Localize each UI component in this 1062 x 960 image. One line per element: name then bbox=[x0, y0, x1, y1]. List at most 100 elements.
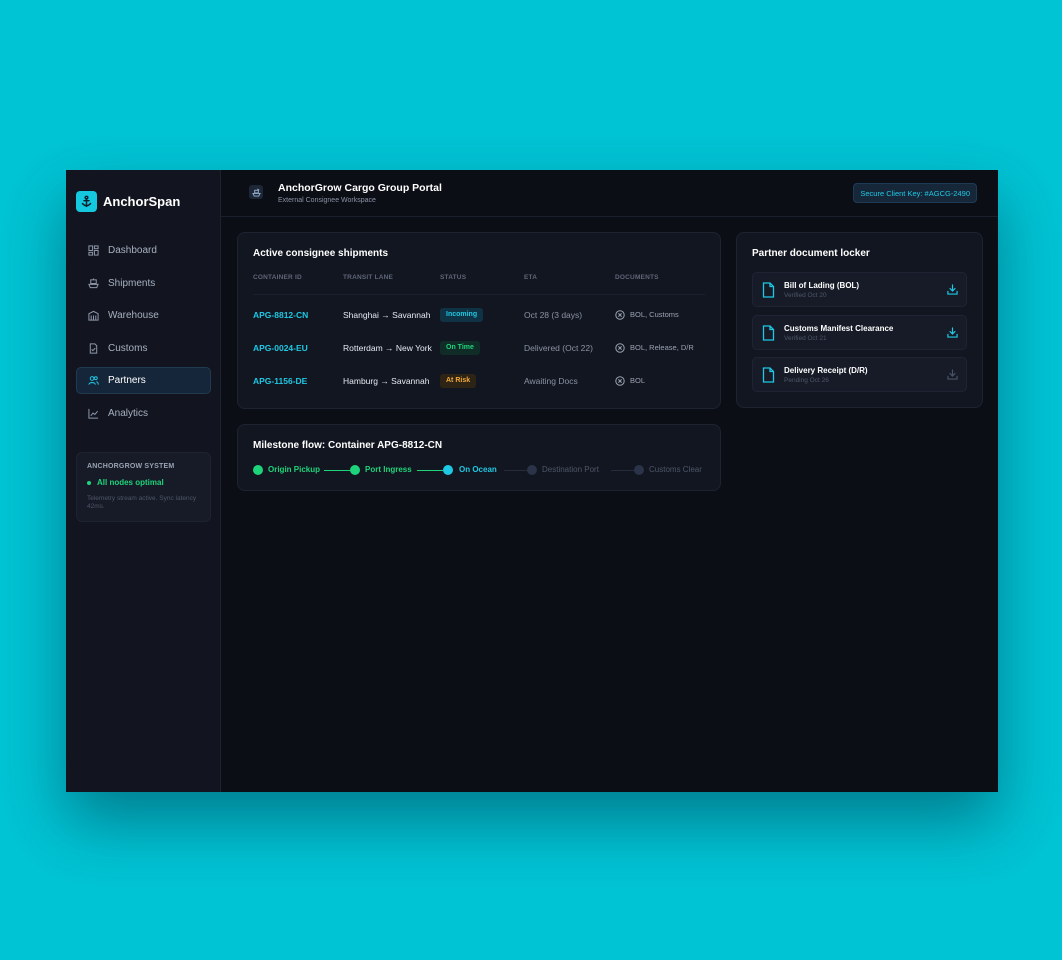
step-connector bbox=[417, 469, 443, 471]
shipments-card: Active consignee shipments CONTAINER ID … bbox=[237, 232, 721, 409]
eta: Delivered (Oct 22) bbox=[524, 343, 593, 353]
documents-list: BOL, Release, D/R bbox=[630, 343, 694, 352]
document-name: Delivery Receipt (D/R) bbox=[784, 366, 868, 375]
system-status-text: All nodes optimal bbox=[97, 478, 164, 487]
brand-name: AnchorSpan bbox=[103, 194, 181, 209]
sidebar-item-warehouse[interactable]: Warehouse bbox=[76, 302, 211, 329]
step-customs-clear[interactable]: Customs Clear bbox=[649, 463, 702, 477]
header-divider bbox=[253, 294, 705, 295]
column-header: STATUS bbox=[440, 274, 467, 281]
anchor-icon bbox=[76, 191, 97, 212]
step-dot-done-icon bbox=[350, 465, 360, 475]
system-status: All nodes optimal bbox=[87, 478, 200, 487]
document-name: Bill of Lading (BOL) bbox=[784, 281, 860, 290]
client-logo-icon bbox=[249, 185, 263, 199]
top-bar: AnchorGrow Cargo Group Portal External C… bbox=[221, 170, 998, 217]
documents-list: BOL, Customs bbox=[630, 310, 679, 319]
eta: Awaiting Docs bbox=[524, 376, 578, 386]
document-item[interactable]: Customs Manifest Clearance Verified Oct … bbox=[752, 315, 967, 350]
warehouse-icon bbox=[88, 310, 99, 321]
customs-doc-icon bbox=[89, 342, 98, 354]
download-icon[interactable] bbox=[947, 284, 958, 295]
system-status-card: ANCHORGROW SYSTEM All nodes optimal Tele… bbox=[76, 452, 211, 522]
ship-icon bbox=[88, 277, 99, 288]
status-dot-icon bbox=[87, 480, 91, 485]
sidebar: AnchorSpan Dashboard Shipments Warehouse… bbox=[66, 170, 221, 792]
file-icon bbox=[762, 282, 775, 298]
close-circle-icon[interactable] bbox=[615, 343, 625, 353]
step-connector bbox=[324, 469, 350, 471]
document-item[interactable]: Bill of Lading (BOL) Verified Oct 20 bbox=[752, 272, 967, 307]
partners-icon bbox=[88, 376, 99, 385]
page-title: AnchorGrow Cargo Group Portal bbox=[278, 182, 442, 194]
transit-lane: Hamburg → Savannah bbox=[343, 376, 430, 386]
sidebar-item-label: Shipments bbox=[108, 277, 156, 289]
shipments-title: Active consignee shipments bbox=[253, 248, 389, 259]
download-icon[interactable] bbox=[947, 369, 958, 380]
client-key-badge[interactable]: Secure Client Key: #AGCG-2490 bbox=[853, 183, 977, 203]
document-locker-card: Partner document locker Bill of Lading (… bbox=[736, 232, 983, 408]
container-id-link[interactable]: APG-1156-DE bbox=[253, 374, 307, 388]
documents-cell: BOL bbox=[615, 374, 645, 388]
documents-list: BOL bbox=[630, 376, 646, 385]
step-port-ingress[interactable]: Port Ingress bbox=[365, 463, 412, 477]
step-dot-pending-icon bbox=[634, 465, 644, 475]
brand[interactable]: AnchorSpan bbox=[76, 191, 180, 212]
step-dot-current-icon bbox=[443, 465, 453, 475]
status-badge: Incoming bbox=[440, 308, 484, 322]
sidebar-item-dashboard[interactable]: Dashboard bbox=[76, 237, 211, 264]
transit-lane: Shanghai → Savannah bbox=[343, 310, 431, 320]
step-origin-pickup[interactable]: Origin Pickup bbox=[268, 463, 320, 477]
sidebar-item-partners[interactable]: Partners bbox=[76, 367, 211, 394]
sidebar-item-analytics[interactable]: Analytics bbox=[76, 400, 211, 427]
sidebar-item-customs[interactable]: Customs bbox=[76, 335, 211, 362]
file-icon bbox=[762, 367, 775, 383]
locker-title: Partner document locker bbox=[752, 248, 870, 259]
step-dot-pending-icon bbox=[527, 465, 537, 475]
file-icon bbox=[762, 325, 775, 341]
table-row[interactable]: APG-0024-EU Rotterdam → New York On Time… bbox=[238, 341, 720, 355]
documents-cell: BOL, Release, D/R bbox=[615, 341, 694, 355]
sidebar-item-label: Partners bbox=[108, 375, 146, 386]
step-connector bbox=[611, 469, 634, 471]
app-window: AnchorSpan Dashboard Shipments Warehouse… bbox=[66, 170, 998, 792]
sidebar-item-shipments[interactable]: Shipments bbox=[76, 270, 211, 297]
eta: Oct 28 (3 days) bbox=[524, 310, 583, 320]
sidebar-nav: Dashboard Shipments Warehouse Customs Pa… bbox=[76, 237, 211, 432]
documents-cell: BOL, Customs bbox=[615, 308, 679, 322]
status-badge: On Time bbox=[440, 341, 480, 355]
sidebar-item-label: Customs bbox=[108, 342, 148, 354]
main-content: AnchorGrow Cargo Group Portal External C… bbox=[221, 170, 998, 792]
transit-lane: Rotterdam → New York bbox=[343, 343, 432, 353]
step-connector bbox=[504, 469, 527, 471]
container-id-link[interactable]: APG-8812-CN bbox=[253, 308, 308, 322]
table-row[interactable]: APG-1156-DE Hamburg → Savannah At Risk A… bbox=[238, 374, 720, 388]
document-item[interactable]: Delivery Receipt (D/R) Pending Oct 26 bbox=[752, 357, 967, 392]
container-id-link[interactable]: APG-0024-EU bbox=[253, 341, 308, 355]
document-name: Customs Manifest Clearance bbox=[784, 324, 894, 333]
table-row[interactable]: APG-8812-CN Shanghai → Savannah Incoming… bbox=[238, 308, 720, 322]
column-header: DOCUMENTS bbox=[615, 274, 659, 281]
document-meta: Pending Oct 26 bbox=[784, 377, 829, 384]
sidebar-item-label: Dashboard bbox=[108, 245, 157, 256]
system-note: Telemetry stream active. Sync latency 42… bbox=[87, 495, 197, 510]
close-circle-icon[interactable] bbox=[615, 310, 625, 320]
column-header: TRANSIT LANE bbox=[343, 274, 394, 281]
column-header: CONTAINER ID bbox=[253, 274, 302, 281]
milestone-steps: Origin Pickup Port Ingress On Ocean Dest… bbox=[253, 463, 713, 477]
analytics-icon bbox=[88, 408, 99, 419]
page-subtitle: External Consignee Workspace bbox=[278, 197, 376, 204]
download-icon[interactable] bbox=[947, 327, 958, 338]
close-circle-icon[interactable] bbox=[615, 376, 625, 386]
sidebar-item-label: Warehouse bbox=[108, 310, 159, 321]
system-title: ANCHORGROW SYSTEM bbox=[87, 463, 175, 470]
step-destination-port[interactable]: Destination Port bbox=[542, 463, 599, 477]
status-badge: At Risk bbox=[440, 374, 477, 388]
step-dot-done-icon bbox=[253, 465, 263, 475]
dashboard-icon bbox=[88, 245, 99, 256]
column-header: ETA bbox=[524, 274, 538, 281]
sidebar-item-label: Analytics bbox=[108, 407, 149, 419]
document-meta: Verified Oct 21 bbox=[784, 335, 827, 342]
document-meta: Verified Oct 20 bbox=[784, 292, 827, 299]
step-on-ocean[interactable]: On Ocean bbox=[459, 463, 497, 477]
